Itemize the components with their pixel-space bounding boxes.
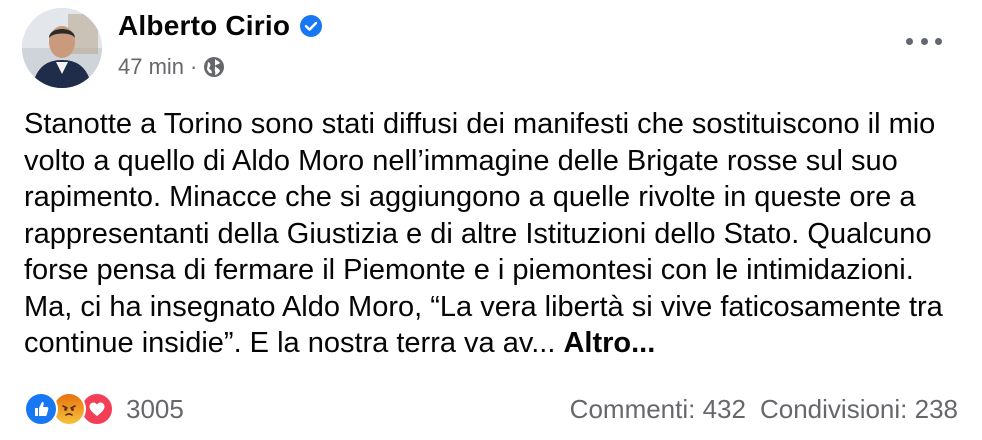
more-options-button[interactable] [906,34,942,48]
reaction-count: 3005 [126,393,184,424]
author-header: Alberto Cirio [118,10,323,42]
shares-count-link[interactable]: Condivisioni: 238 [760,394,958,425]
author-avatar[interactable] [22,8,102,88]
reactions-summary[interactable]: 3005 [24,392,184,426]
author-name[interactable]: Alberto Cirio [118,10,290,42]
more-options-icon [906,37,913,45]
post-timestamp[interactable]: 47 min [118,54,184,80]
meta-separator: · [190,54,198,79]
like-icon [24,392,58,426]
post-text: Stanotte a Torino sono stati diffusi dei… [24,108,943,359]
reaction-icons [24,392,114,426]
globe-icon[interactable] [203,56,225,78]
engagement-stats: Commenti: 432 Condivisioni: 238 [570,394,958,425]
post-meta: 47 min · [118,54,225,80]
comments-count-link[interactable]: Commenti: 432 [570,394,746,425]
see-more-link[interactable]: Altro... [563,327,655,359]
verified-badge-icon [300,15,323,37]
post-body: Stanotte a Torino sono stati diffusi dei… [24,106,964,362]
avatar-photo [22,8,102,88]
